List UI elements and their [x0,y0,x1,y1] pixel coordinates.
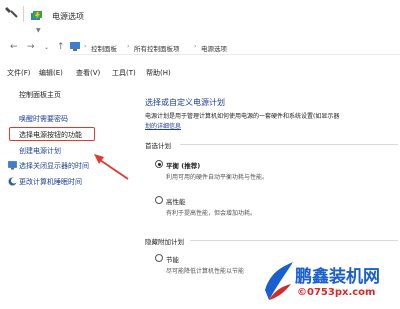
page-description: 电源计划是用于管理计算机如何使用电源的一套硬件和系统设置(如显示器 [145,113,340,120]
watermark-url: ©0753px.com [297,287,376,298]
plan-details-link[interactable]: 划的详细信息 [145,121,181,130]
section-divider [180,144,398,145]
title-bar: 电源选项 ▼ [0,0,400,34]
control-panel-icon [70,42,80,51]
address-bar: ← → ⌄ ↑ › 控制面板 › 所有控制面板项 › 电源选项 [0,36,400,58]
breadcrumb-item[interactable]: 所有控制面板项 [134,43,180,53]
plan-name[interactable]: 高性能 [166,196,186,206]
plan-radio-balanced[interactable] [155,160,163,168]
forward-arrow-icon[interactable]: → [27,42,35,52]
back-arrow-icon[interactable]: ← [10,42,18,52]
highlight-box [9,127,95,141]
title-separator [23,6,24,22]
plan-name[interactable]: 平衡 (推荐) [166,160,200,170]
quick-access-chevron-icon[interactable]: ▼ [36,27,41,34]
menu-file[interactable]: 文件(F) [7,68,31,78]
plan-radio-high-performance[interactable] [155,196,163,204]
page-title: 选择或自定义电源计划 [145,98,225,107]
breadcrumb-item[interactable]: 控制面板 [91,43,117,53]
menu-bar: 文件(F) 编辑(E) 查看(V) 工具(T) 帮助(H) [0,68,400,80]
section-divider [190,240,398,241]
menu-tools[interactable]: 工具(T) [112,68,136,78]
window-title: 电源选项 [52,12,84,21]
breadcrumb-chevron-icon: › [194,43,197,50]
sidebar: 控制面板主页 唤醒时需要密码 选择电源按钮的功能 创建电源计划 选择关闭显示器的… [0,80,140,309]
watermark: 鹏鑫装机网 ©0753px.com [255,256,400,309]
annotation-arrow [94,154,129,180]
menu-edit[interactable]: 编辑(E) [39,68,63,78]
preferred-plans-heading: 首选计划 [145,142,171,150]
plan-description: 利用可用的硬件自动平衡功耗与性能。 [166,174,269,181]
plan-description: 尽可能降低计算机性能以节能 [166,268,245,275]
breadcrumb[interactable]: › 控制面板 › 所有控制面板项 › 电源选项 [70,41,400,55]
menu-help[interactable]: 帮助(H) [146,68,171,78]
breadcrumb-chevron-icon: › [84,43,87,50]
tools-icon[interactable] [2,3,22,23]
plan-name[interactable]: 节能 [166,254,179,264]
watermark-title: 鹏鑫装机网 [295,267,380,287]
plan-description: 有利于提高性能，但会增加功耗。 [166,210,257,217]
watermark-logo-icon [265,262,293,300]
hidden-plans-heading[interactable]: 隐藏附加计划 [145,236,184,246]
breadcrumb-item[interactable]: 电源选项 [201,43,227,53]
chevron-down-icon[interactable]: ⌄ [44,44,49,51]
menu-view[interactable]: 查看(V) [76,68,100,78]
breadcrumb-chevron-icon: › [127,43,130,50]
plan-radio-power-saver[interactable] [155,254,163,262]
up-arrow-icon[interactable]: ↑ [57,42,65,52]
power-options-icon [31,11,42,20]
